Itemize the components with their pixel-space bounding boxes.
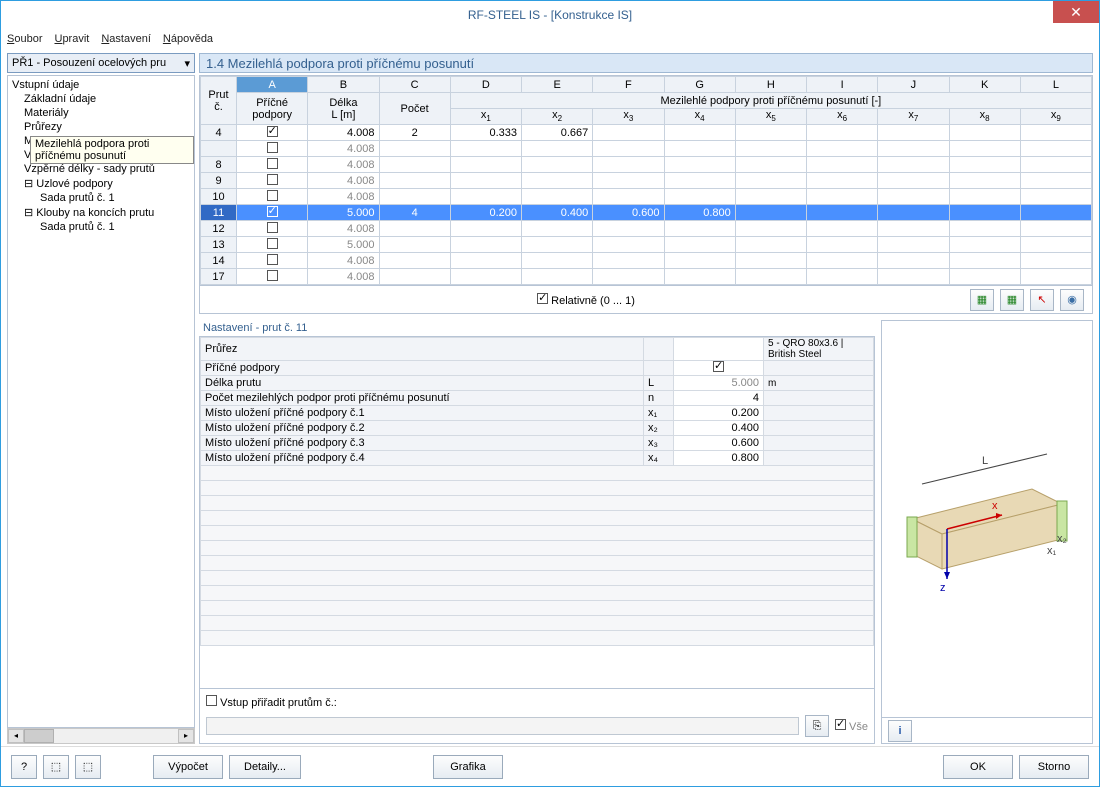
table-row[interactable]: 135.000 <box>201 237 1092 253</box>
detail-row[interactable]: Místo uložení příčné podpory č.2x₂0.400 <box>201 421 874 436</box>
detail-row: Nastavení - prut č. 11 Průřez5 - QRO 80x… <box>199 320 1093 744</box>
help-button[interactable]: ? <box>11 755 37 779</box>
table-row[interactable]: 124.008 <box>201 221 1092 237</box>
main-grid[interactable]: Prutč.ABCDEFGHIJKLPříčnépodporyDélkaL [m… <box>199 75 1093 286</box>
next-button[interactable]: ⬚ <box>75 755 101 779</box>
preview-box: L x z x₁ x₂ <box>881 320 1093 718</box>
preview-toolbar: i <box>881 718 1093 744</box>
grid-toolbar: Relativně (0 ... 1) ▦ ▦ ↖ ◉ <box>199 286 1093 314</box>
table-row[interactable]: 84.008 <box>201 157 1092 173</box>
storno-button[interactable]: Storno <box>1019 755 1089 779</box>
titlebar: RF-STEEL IS - [Konstrukce IS] ✕ <box>1 1 1099 29</box>
menu-soubor[interactable]: Soubor <box>7 33 42 45</box>
case-combo[interactable]: PŘ1 - Posouzení ocelových pru ▾ <box>7 53 195 73</box>
table-row[interactable]: 44.00820.3330.667 <box>201 125 1092 141</box>
tree-hscroll[interactable]: ◂ ▸ <box>7 728 195 744</box>
menu-upravit[interactable]: Upravit <box>54 33 89 45</box>
tree-item-materialy[interactable]: Materiály <box>8 106 194 120</box>
tree-item-uzlove[interactable]: ⊟ Uzlové podpory <box>8 176 194 191</box>
prev-button[interactable]: ⬚ <box>43 755 69 779</box>
relativne-checkbox[interactable]: Relativně (0 ... 1) <box>537 295 635 307</box>
section-diagram: L x z x₁ x₂ <box>892 429 1082 609</box>
chevron-down-icon: ▾ <box>184 57 190 70</box>
tree-item-klouby[interactable]: ⊟ Klouby na koncích prutu <box>8 205 194 220</box>
tree-item-sada2[interactable]: Sada prutů č. 1 <box>8 220 194 234</box>
vse-checkbox[interactable]: Vše <box>835 719 868 733</box>
detail-row[interactable]: Místo uložení příčné podpory č.3x₃0.600 <box>201 436 874 451</box>
tree-tooltip: Mezilehlá podpora proti příčnému posunut… <box>30 136 194 164</box>
detail-grid[interactable]: Průřez5 - QRO 80x3.6 | British SteelPříč… <box>199 336 875 689</box>
svg-text:L: L <box>982 455 988 467</box>
svg-text:x₂: x₂ <box>1057 533 1067 545</box>
svg-text:x₁: x₁ <box>1047 545 1057 557</box>
detail-row[interactable]: Místo uložení příčné podpory č.1x₁0.200 <box>201 406 874 421</box>
table-row[interactable]: 115.00040.2000.4000.6000.800 <box>201 205 1092 221</box>
scroll-right-icon[interactable]: ▸ <box>178 729 194 743</box>
right-pane: 1.4 Mezilehlá podpora proti příčnému pos… <box>199 53 1093 744</box>
menu-napoveda[interactable]: Nápověda <box>163 33 213 45</box>
section-title: 1.4 Mezilehlá podpora proti příčnému pos… <box>199 53 1093 73</box>
table-row[interactable]: 4.008 <box>201 141 1092 157</box>
assign-input[interactable] <box>206 717 799 735</box>
footer: ? ⬚ ⬚ Výpočet Detaily... Grafika OK Stor… <box>1 746 1099 786</box>
app-window: RF-STEEL IS - [Konstrukce IS] ✕ Soubor U… <box>0 0 1100 787</box>
table-row[interactable]: 144.008 <box>201 253 1092 269</box>
tree-item-vzperne-sady[interactable]: Vzpěrné délky - sady prutů <box>8 162 194 176</box>
detail-panel: Nastavení - prut č. 11 Průřez5 - QRO 80x… <box>199 320 875 744</box>
detail-row[interactable]: Místo uložení příčné podpory č.4x₄0.800 <box>201 451 874 466</box>
scroll-left-icon[interactable]: ◂ <box>8 729 24 743</box>
excel-export-button[interactable]: ▦ <box>970 289 994 311</box>
ok-button[interactable]: OK <box>943 755 1013 779</box>
detail-row[interactable]: Počet mezilehlých podpor proti příčnému … <box>201 391 874 406</box>
svg-text:z: z <box>940 582 946 594</box>
tree-item-prurezy[interactable]: Průřezy <box>8 120 194 134</box>
svg-text:x: x <box>992 500 998 512</box>
detail-row[interactable]: Příčné podpory <box>201 361 874 376</box>
combo-text: PŘ1 - Posouzení ocelových pru <box>12 57 166 69</box>
tree-item-sada1[interactable]: Sada prutů č. 1 <box>8 191 194 205</box>
detail-row[interactable]: Délka prutuL5.000m <box>201 376 874 391</box>
view-button[interactable]: ◉ <box>1060 289 1084 311</box>
vypocet-button[interactable]: Výpočet <box>153 755 223 779</box>
window-title: RF-STEEL IS - [Konstrukce IS] <box>1 8 1099 22</box>
grafika-button[interactable]: Grafika <box>433 755 503 779</box>
scroll-thumb[interactable] <box>24 729 54 743</box>
nav-tree[interactable]: Vstupní údaje Základní údaje Materiály P… <box>7 75 195 728</box>
left-pane: PŘ1 - Posouzení ocelových pru ▾ Vstupní … <box>7 53 195 744</box>
preview-panel: L x z x₁ x₂ i <box>881 320 1093 744</box>
close-button[interactable]: ✕ <box>1053 1 1099 23</box>
assign-pick-button[interactable]: ⎘ <box>805 715 829 737</box>
menubar: Soubor Upravit Nastavení Nápověda <box>1 29 1099 49</box>
table-row[interactable]: 94.008 <box>201 173 1092 189</box>
table-row[interactable]: 104.008 <box>201 189 1092 205</box>
menu-nastaveni[interactable]: Nastavení <box>101 33 151 45</box>
table-row[interactable]: 174.008 <box>201 269 1092 285</box>
assign-panel: Vstup přiřadit prutům č.: ⎘ Vše <box>199 689 875 744</box>
pick-button[interactable]: ↖ <box>1030 289 1054 311</box>
excel-import-button[interactable]: ▦ <box>1000 289 1024 311</box>
detail-row[interactable]: Průřez5 - QRO 80x3.6 | British Steel <box>201 338 874 361</box>
assign-checkbox[interactable]: Vstup přiřadit prutům č.: <box>206 697 337 709</box>
detaily-button[interactable]: Detaily... <box>229 755 301 779</box>
content: PŘ1 - Posouzení ocelových pru ▾ Vstupní … <box>1 49 1099 746</box>
detail-title: Nastavení - prut č. 11 <box>199 320 875 336</box>
tree-root[interactable]: Vstupní údaje <box>8 78 194 92</box>
info-button[interactable]: i <box>888 720 912 742</box>
tree-item-zakladni[interactable]: Základní údaje <box>8 92 194 106</box>
